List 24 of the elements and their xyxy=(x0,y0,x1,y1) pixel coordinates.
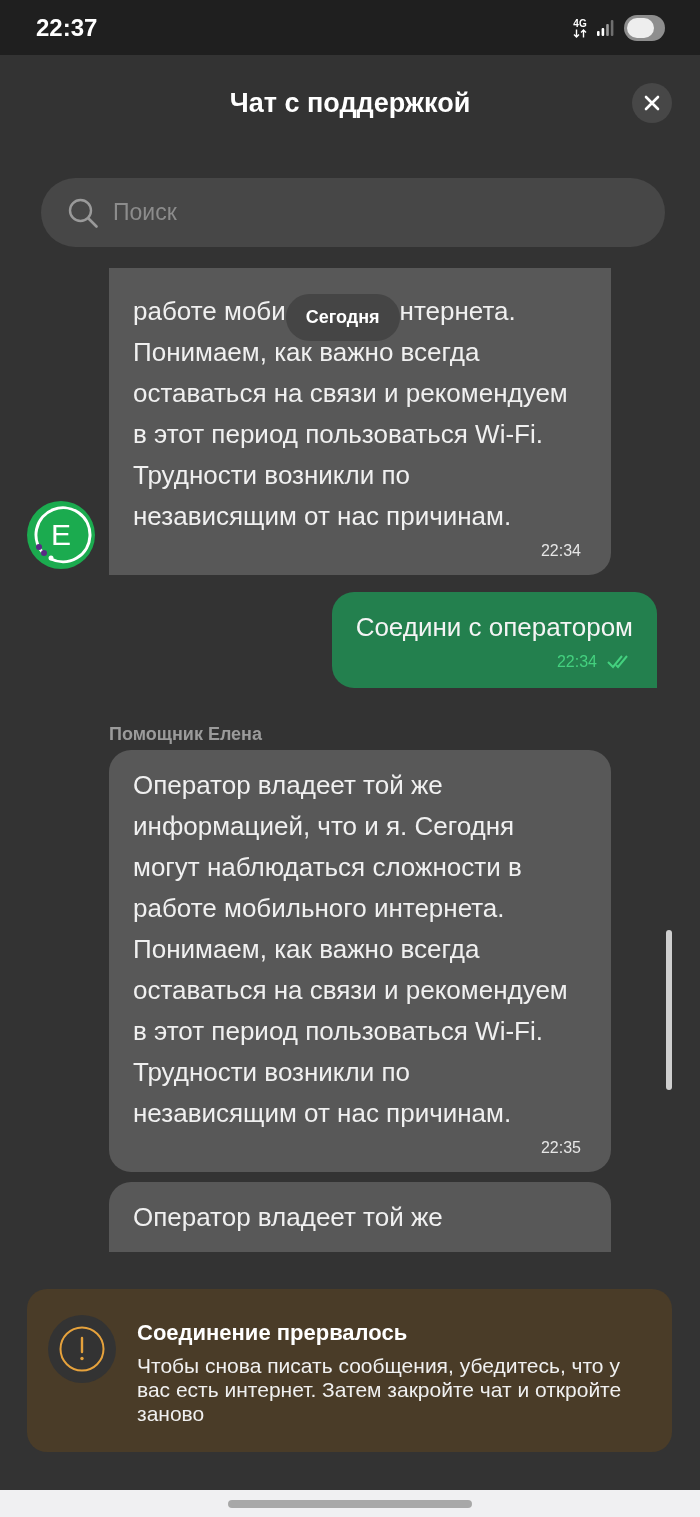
signal-icon xyxy=(597,19,614,36)
message-text: Оператор владеет той же информацией, что и я. Сегодня могут наблюдаться сложности в работе мобильного интернета. Понимаем, как важно всегда оставаться на связи и рекомендуем в этот период пользоваться Wi-Fi. Трудности возникли по независящим от нас причинам. xyxy=(133,769,569,1130)
search-icon xyxy=(68,198,98,228)
date-chip: Сегодня xyxy=(285,294,400,341)
message-text: работе моби xyxy=(133,295,286,328)
clock-time: 22:37 xyxy=(36,13,98,42)
avatar: Е xyxy=(27,501,95,569)
message-text: нтернета. xyxy=(399,295,516,328)
warning-icon xyxy=(48,1315,116,1383)
message-text: Оператор владеет той же xyxy=(133,1201,444,1234)
message-text: Соедини с оператором xyxy=(355,611,633,644)
close-icon xyxy=(644,95,660,111)
network-type: 4G xyxy=(573,17,587,29)
message-time: 22:34 xyxy=(540,541,581,561)
message-time: 22:34 xyxy=(556,652,597,672)
sender-name: Помощник Елена xyxy=(109,726,262,742)
banner-text: Чтобы снова писать сообщения, убедитесь, что у вас есть интернет. Затем закройте чат и откройте заново xyxy=(137,1354,623,1426)
banner-title: Соединение прервалось xyxy=(137,1319,409,1347)
close-button[interactable] xyxy=(632,83,672,123)
header-title: Чат с поддержкой xyxy=(229,87,471,119)
search-field[interactable]: Поиск xyxy=(41,178,665,247)
message-time: 22:35 xyxy=(540,1138,581,1158)
battery-icon xyxy=(624,14,665,41)
data-arrows-icon xyxy=(573,28,587,38)
